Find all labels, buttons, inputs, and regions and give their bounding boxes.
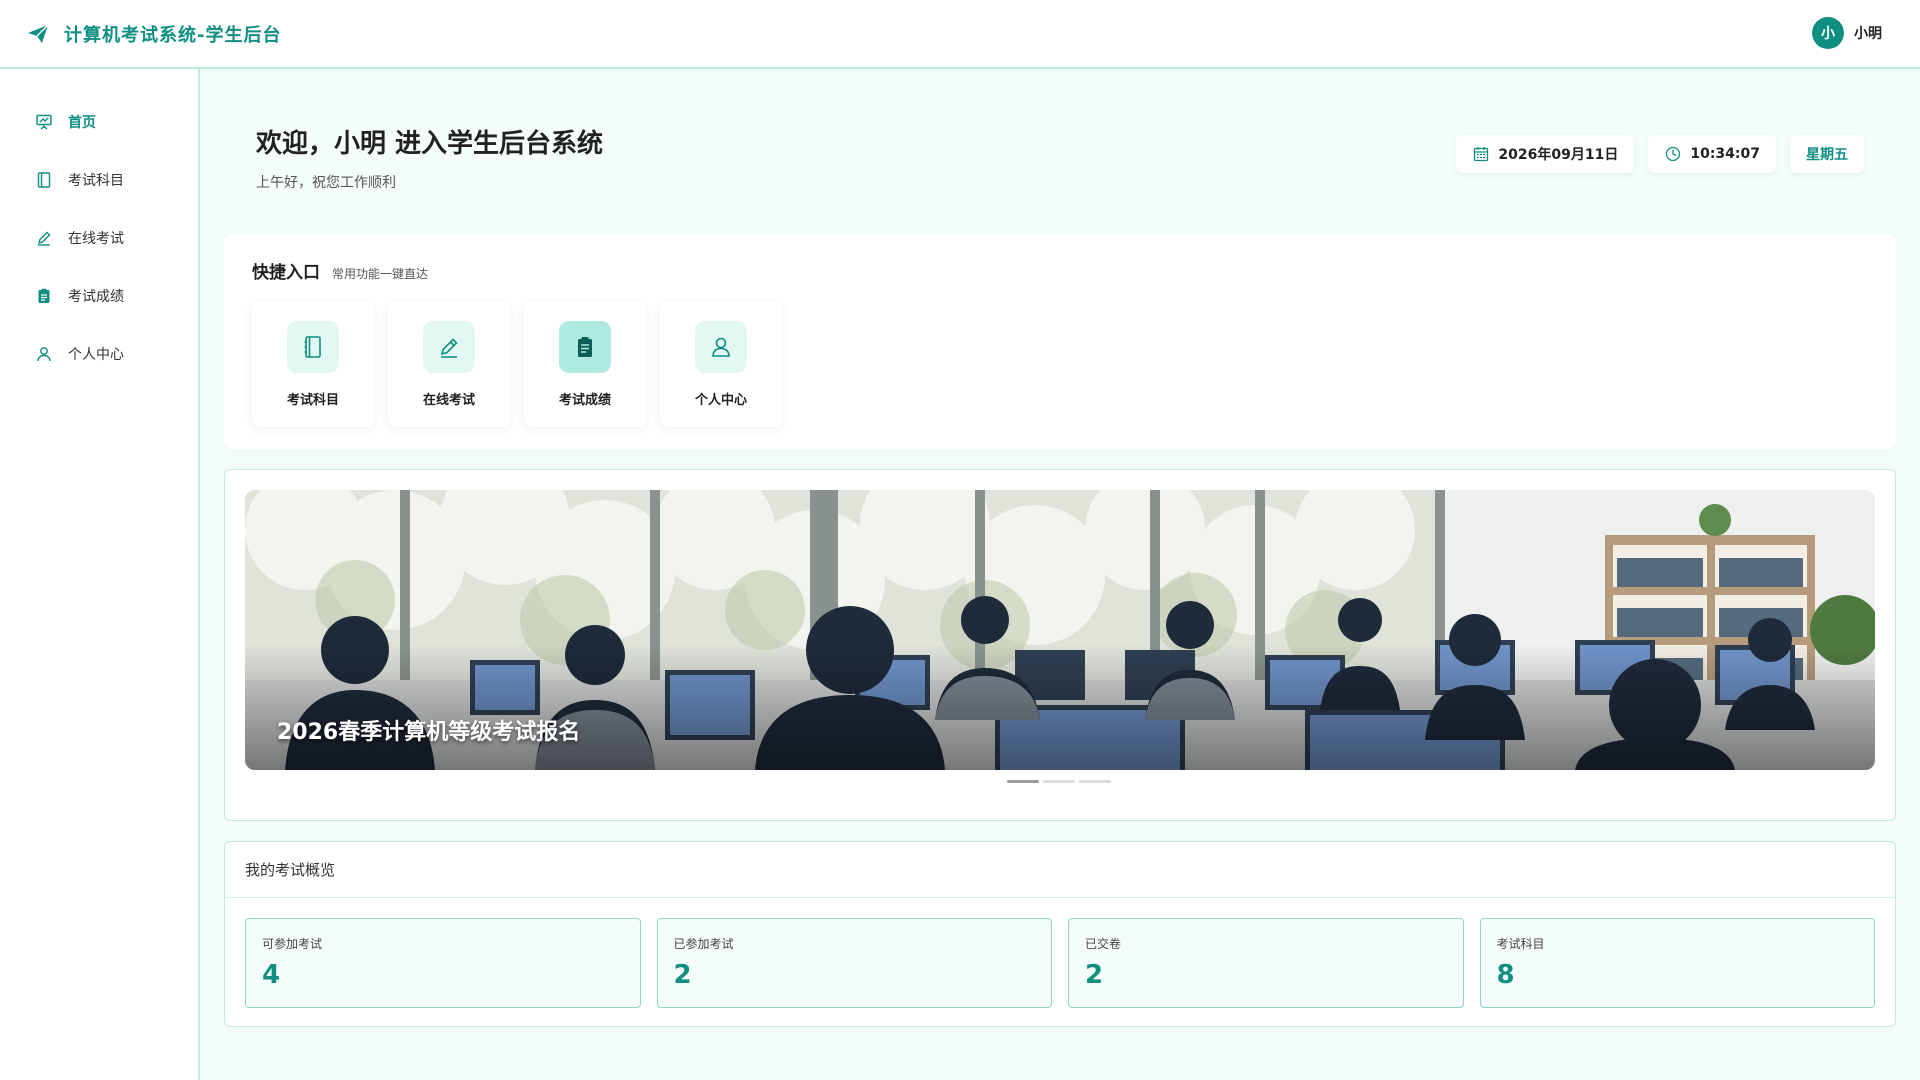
quick-entry-panel: 快捷入口 常用功能一键直达 考试科目 在线考试 考试成绩 个人中心 <box>224 234 1896 449</box>
carousel-indicators <box>1007 780 1115 783</box>
weekday-chip: 星期五 <box>1790 135 1864 173</box>
sidebar-item-subjects[interactable]: 考试科目 <box>0 151 198 209</box>
sidebar-item-label: 在线考试 <box>68 231 124 247</box>
stat-available-exams[interactable]: 可参加考试 4 <box>245 918 641 1008</box>
stat-submitted[interactable]: 已交卷 2 <box>1068 918 1464 1008</box>
date-text: 2026年09月11日 <box>1498 147 1619 163</box>
quick-entry-header: 快捷入口 常用功能一键直达 <box>252 258 1896 283</box>
stat-label: 已交卷 <box>1085 937 1122 951</box>
banner-carousel: 2026春季计算机等级考试报名 <box>224 469 1896 821</box>
avatar[interactable]: 小 <box>1812 17 1844 49</box>
user-icon <box>34 344 54 364</box>
paper-plane-icon <box>24 20 52 48</box>
carousel-dot-3[interactable] <box>1079 780 1111 783</box>
sidebar-item-scores[interactable]: 考试成绩 <box>0 267 198 325</box>
exam-overview-title: 我的考试概览 <box>225 842 1895 898</box>
user-name[interactable]: 小明 <box>1854 23 1882 43</box>
carousel-dot-2[interactable] <box>1043 780 1075 783</box>
stat-taken-exams[interactable]: 已参加考试 2 <box>656 918 1052 1008</box>
quick-entry-label: 考试成绩 <box>558 393 611 408</box>
exam-overview-panel: 我的考试概览 可参加考试 4 已参加考试 2 已交卷 2 考试科目 8 <box>224 841 1896 1027</box>
notebook-icon <box>34 170 54 190</box>
stat-value: 4 <box>262 960 281 990</box>
stat-value: 2 <box>673 960 692 990</box>
sidebar-item-home[interactable]: 首页 <box>0 93 198 151</box>
stat-subjects[interactable]: 考试科目 8 <box>1479 918 1875 1008</box>
quick-entry-label: 在线考试 <box>422 393 475 408</box>
pen-icon <box>423 321 475 373</box>
sidebar-item-online-exam[interactable]: 在线考试 <box>0 209 198 267</box>
quick-entry-subjects[interactable]: 考试科目 <box>252 301 374 427</box>
weekday-text: 星期五 <box>1806 147 1848 163</box>
stat-value: 8 <box>1496 960 1515 990</box>
sidebar-item-label: 考试科目 <box>68 173 124 189</box>
sidebar-item-label: 个人中心 <box>68 347 124 363</box>
quick-entry-title: 快捷入口 <box>252 263 320 283</box>
clipboard-icon <box>559 321 611 373</box>
app-title: 计算机考试系统-学生后台 <box>64 24 282 46</box>
clock-icon <box>1664 145 1682 163</box>
stat-label: 可参加考试 <box>262 937 323 951</box>
welcome-panel: 欢迎，小明 进入学生后台系统 上午好，祝您工作顺利 2026年09月11日 10… <box>224 93 1896 214</box>
user-menu[interactable]: 小 小明 <box>1812 17 1882 49</box>
top-header: 计算机考试系统-学生后台 小 小明 <box>0 0 1920 69</box>
notebook-icon <box>287 321 339 373</box>
sidebar-item-label: 考试成绩 <box>68 289 124 305</box>
date-chip: 2026年09月11日 <box>1456 135 1635 173</box>
stat-value: 2 <box>1085 960 1104 990</box>
presentation-icon <box>34 112 54 132</box>
sidebar-item-label: 首页 <box>68 115 96 131</box>
datetime-group: 2026年09月11日 10:34:07 星期五 <box>1442 135 1864 173</box>
user-icon <box>695 321 747 373</box>
banner-caption: 2026春季计算机等级考试报名 <box>277 720 581 745</box>
quick-entry-grid: 考试科目 在线考试 考试成绩 个人中心 <box>252 301 1896 427</box>
quick-entry-subtitle: 常用功能一键直达 <box>332 267 429 281</box>
clipboard-icon <box>34 286 54 306</box>
sidebar: 首页 考试科目 在线考试 考试成绩 个人中心 <box>0 69 200 1080</box>
quick-entry-online-exam[interactable]: 在线考试 <box>388 301 510 427</box>
quick-entry-scores[interactable]: 考试成绩 <box>524 301 646 427</box>
time-chip: 10:34:07 <box>1648 135 1776 173</box>
sidebar-item-profile[interactable]: 个人中心 <box>0 325 198 383</box>
stat-label: 考试科目 <box>1496 937 1545 951</box>
time-text: 10:34:07 <box>1690 146 1760 162</box>
banner-slide[interactable]: 2026春季计算机等级考试报名 <box>245 490 1875 770</box>
quick-entry-label: 考试科目 <box>286 393 339 408</box>
exam-overview-stats: 可参加考试 4 已参加考试 2 已交卷 2 考试科目 8 <box>225 898 1895 1008</box>
carousel-dot-1[interactable] <box>1007 780 1039 783</box>
pen-icon <box>34 228 54 248</box>
quick-entry-label: 个人中心 <box>694 393 747 408</box>
stat-label: 已参加考试 <box>673 937 734 951</box>
quick-entry-profile[interactable]: 个人中心 <box>660 301 782 427</box>
calendar-icon <box>1472 145 1490 163</box>
greeting-text: 上午好，祝您工作顺利 <box>256 175 396 191</box>
main-content: 欢迎，小明 进入学生后台系统 上午好，祝您工作顺利 2026年09月11日 10… <box>224 93 1896 1027</box>
brand[interactable]: 计算机考试系统-学生后台 <box>24 20 281 48</box>
